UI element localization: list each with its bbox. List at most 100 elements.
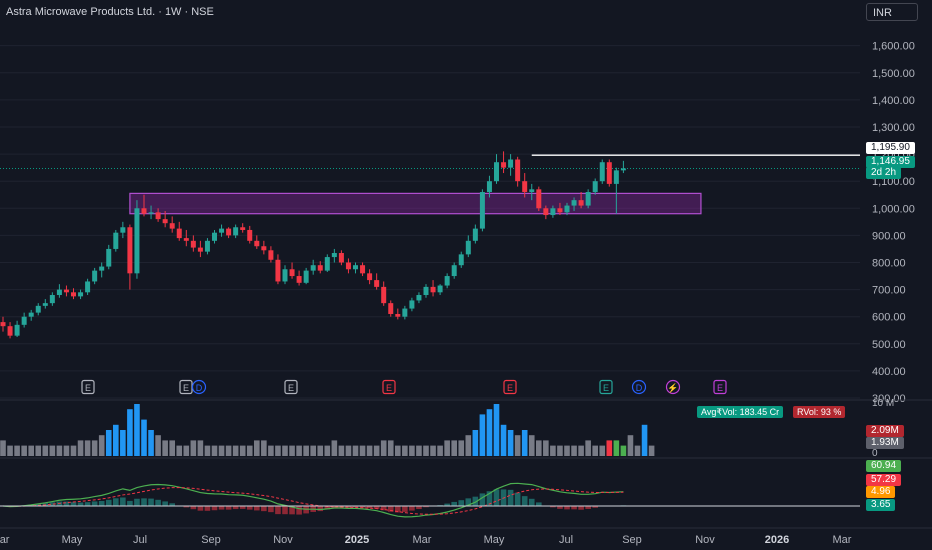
candle-body [465,240,471,255]
x-tick-label: Mar [833,534,852,546]
x-tick-label: 2025 [345,534,369,546]
event-marker-label: E [85,383,91,393]
candle-body [155,212,161,220]
candle-body [564,205,570,213]
macd-histogram-bar [134,498,140,506]
candle-body [28,312,34,317]
volume-bar [366,445,373,456]
volume-bar [352,445,359,456]
volume-bar [472,430,479,456]
candle-body [85,281,91,293]
event-marker-label: ⚡ [667,382,678,394]
candle-body [212,232,217,241]
candle-body [219,228,225,233]
candle-body [56,289,62,296]
volume-bar [14,445,20,456]
candle-body [275,259,281,282]
macd-histogram-bar [296,506,302,515]
volume-bar [373,445,380,456]
macd-histogram-bar [113,498,119,506]
candle-body [317,265,323,271]
macd-histogram-bar [105,499,112,506]
candle-body [430,286,436,293]
volume-bar [162,440,168,456]
macd-histogram-bar [282,506,288,515]
candle-body [374,280,380,287]
volume-bar [289,445,295,456]
macd-histogram-bar [84,502,91,506]
candle-body [578,200,584,206]
candle-body [148,212,154,214]
macd-histogram-bar [458,500,465,506]
candle-body [190,240,196,248]
y-tick-label: 900.00 [872,230,906,242]
event-marker-label: D [196,383,203,393]
macd-histogram-bar [218,506,225,510]
candle-body [345,262,351,270]
volume-bar [239,445,246,456]
volume-bar [0,440,6,456]
macd-histogram-bar [127,500,133,506]
candle-body [78,292,84,297]
candle-body [451,265,457,277]
macd-histogram-bar [155,499,161,506]
candle-body [282,269,288,282]
macd-histogram-label: 4.96 [866,486,896,498]
candle-body [606,162,612,184]
y-tick-label: 700.00 [872,285,906,297]
candle-body [381,286,387,304]
avg-volume-badge: Avg₹Vol: 183.45 Cr [697,406,784,418]
candle-body [444,276,450,286]
volume-bar [557,445,563,456]
y-tick-label: 1,600.00 [872,41,915,53]
volume-bar [444,440,450,456]
volume-bar [486,409,493,456]
candle-body [367,273,373,281]
volume-bar [35,445,42,456]
volume-bar [77,440,84,456]
candle-body [494,162,499,182]
volume-bar [317,445,324,456]
currency-button[interactable]: INR [866,3,918,21]
volume-bar [338,445,345,456]
candle-body [247,229,253,241]
candle-body [261,246,267,251]
candle-body [550,208,556,216]
x-tick-label: 2026 [765,534,789,546]
macd-zero-label: 3.65 [866,499,896,511]
candle-body [416,295,422,301]
volume-bar [155,435,161,456]
event-marker-label: E [717,383,723,393]
volume-bar [430,445,436,456]
macd-histogram-bar [162,501,168,506]
volume-bar [225,445,232,456]
volume-bar [543,440,549,456]
macd-histogram-bar [275,506,281,515]
candle-body [303,270,309,283]
macd-histogram-bar [148,498,154,506]
macd-histogram-bar [317,506,324,512]
volume-bar [49,445,56,456]
volume-top-tick: 10 M [872,398,895,409]
volume-label-2: 1.93M [866,437,904,449]
event-marker-label: E [288,383,294,393]
volume-bar [21,445,27,456]
y-tick-label: 800.00 [872,257,906,269]
candle-body [620,168,626,171]
event-marker-label: E [386,383,392,393]
candle-body [197,247,203,252]
x-tick-label: Mar [0,534,10,546]
volume-bar [500,424,507,456]
candle-body [42,303,48,306]
volume-bar [479,414,486,456]
candle-body [585,192,591,206]
candle-body [240,227,246,230]
price-chart[interactable]: 1,600.001,500.001,400.001,300.001,200.00… [0,0,932,550]
y-tick-label: 1,500.00 [872,68,915,80]
macd-histogram-bar [204,506,211,511]
volume-bar [571,445,577,456]
candle-body [324,257,330,271]
volume-zero-tick: 0 [872,448,878,459]
candle-body [14,324,20,336]
x-tick-label: Sep [201,534,221,546]
